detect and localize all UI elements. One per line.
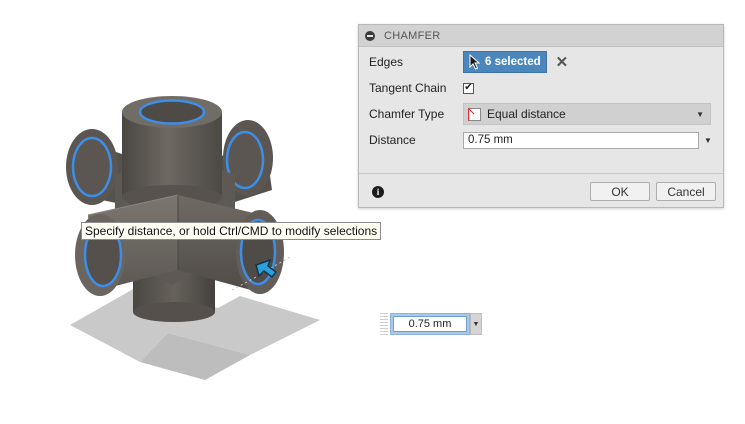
chamfer-type-row: Chamfer Type Equal distance ▼ xyxy=(369,103,711,125)
edges-label: Edges xyxy=(369,55,404,69)
chamfer-type-select[interactable]: Equal distance ▼ xyxy=(463,103,711,125)
distance-row: Distance ▼ xyxy=(369,129,712,151)
tangent-chain-row: Tangent Chain ✔ xyxy=(369,77,474,99)
tooltip: Specify distance, or hold Ctrl/CMD to mo… xyxy=(81,222,382,240)
floating-distance-field[interactable]: 0.75 mm xyxy=(393,316,467,332)
tooltip-text: Specify distance, or hold Ctrl/CMD to mo… xyxy=(85,224,378,238)
ok-button[interactable]: OK xyxy=(590,182,650,201)
cancel-button[interactable]: Cancel xyxy=(656,182,716,201)
dialog-title: CHAMFER xyxy=(384,29,441,42)
floating-distance-frame: 0.75 mm xyxy=(390,313,470,335)
drag-handle[interactable] xyxy=(380,313,388,335)
dialog-titlebar[interactable]: CHAMFER xyxy=(359,25,723,47)
x-icon[interactable]: ✕ xyxy=(556,55,569,70)
info-icon[interactable]: i xyxy=(372,186,384,198)
edges-selected-count: 6 selected xyxy=(485,56,541,68)
chevron-down-icon[interactable]: ▼ xyxy=(470,313,482,335)
edges-row: Edges 6 selected ✕ xyxy=(369,51,568,73)
floating-distance-input: 0.75 mm ▼ xyxy=(380,313,482,335)
chamfer-type-label: Chamfer Type xyxy=(369,107,445,121)
chevron-down-icon: ▼ xyxy=(696,110,704,119)
distance-input[interactable] xyxy=(463,131,699,149)
dialog-divider xyxy=(359,173,723,174)
arrow-cursor-icon xyxy=(469,54,481,70)
chamfer-type-value: Equal distance xyxy=(487,107,566,121)
edges-selection-button[interactable]: 6 selected xyxy=(463,51,547,73)
chamfer-dialog: CHAMFER Edges 6 selected ✕ Tangent Chain… xyxy=(358,24,724,208)
distance-label: Distance xyxy=(369,133,416,147)
pipe-connector-model[interactable] xyxy=(66,96,284,322)
minus-circle-icon[interactable] xyxy=(365,30,375,41)
tangent-chain-label: Tangent Chain xyxy=(369,81,447,95)
tangent-chain-checkbox[interactable]: ✔ xyxy=(463,82,474,94)
distance-dropdown-icon[interactable]: ▼ xyxy=(704,136,712,145)
equal-distance-icon xyxy=(468,107,481,121)
